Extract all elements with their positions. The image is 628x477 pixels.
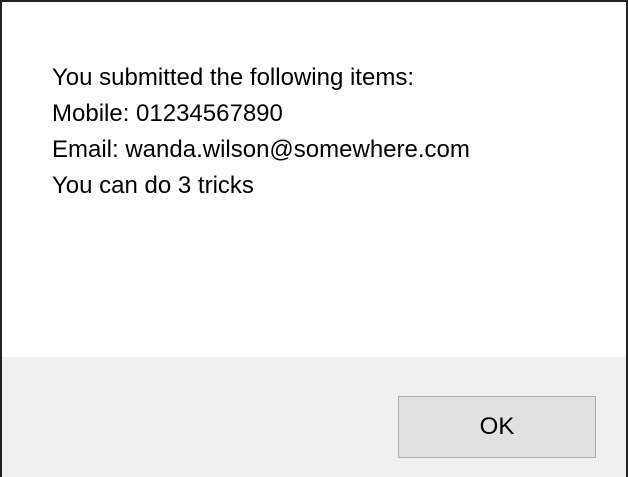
message-line-email: Email: wanda.wilson@somewhere.com [52,136,470,163]
dialog-message: You submitted the following items: Mobil… [52,60,470,204]
ok-button[interactable]: OK [398,396,596,458]
message-line-mobile: Mobile: 01234567890 [52,100,283,127]
message-line-heading: You submitted the following items: [52,64,414,91]
message-line-tricks: You can do 3 tricks [52,172,254,199]
dialog-message-area: You submitted the following items: Mobil… [2,2,626,357]
alert-dialog: You submitted the following items: Mobil… [0,0,628,477]
dialog-button-bar: OK [2,357,626,477]
